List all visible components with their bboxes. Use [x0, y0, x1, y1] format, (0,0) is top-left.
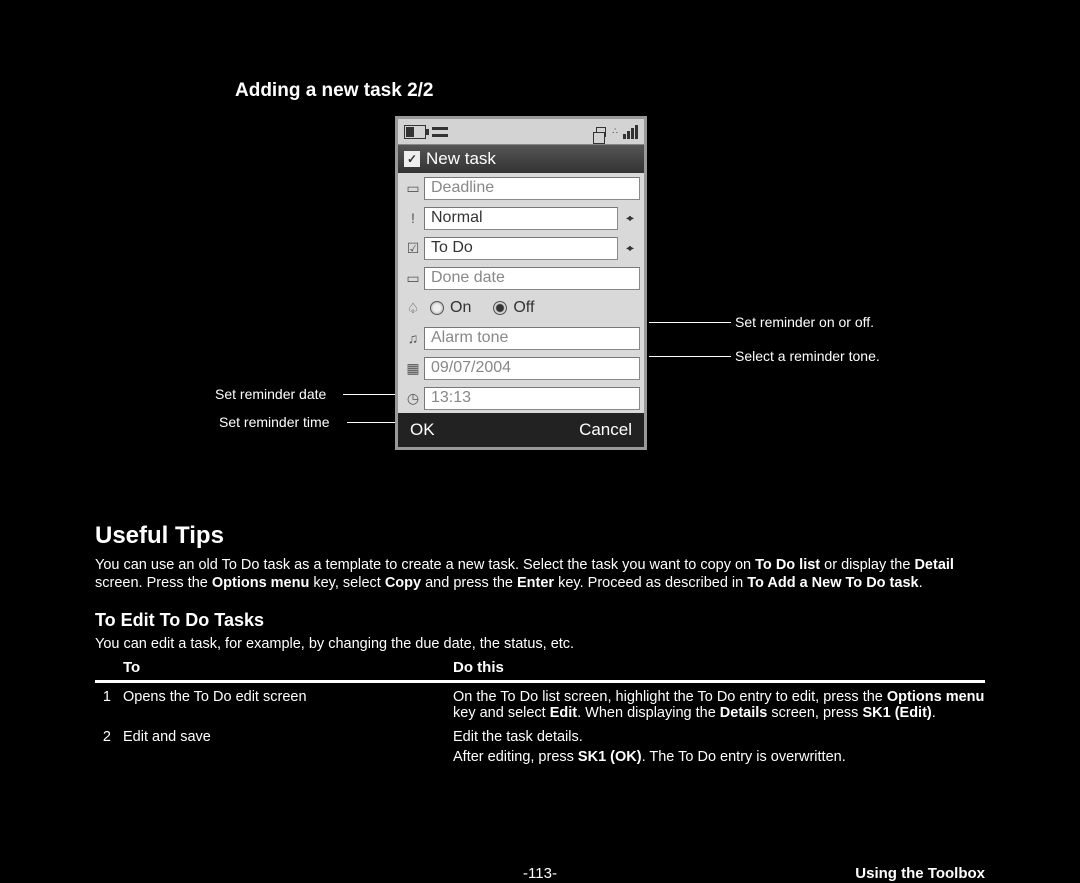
done-icon: ▭	[402, 270, 424, 287]
phone-title: New task	[426, 149, 496, 169]
arrows-icon: ◂▸	[618, 243, 640, 254]
callout-reminder-onoff: Set reminder on or off.	[735, 314, 874, 330]
leader-line	[649, 322, 731, 323]
clock-icon: ◷	[402, 390, 424, 407]
check-icon: ✓	[404, 151, 420, 167]
leader-line	[649, 356, 731, 357]
category-icon: ☑	[402, 240, 424, 257]
phone-screenshot: ∴ ✓ New task ▭ Deadline ! Normal ◂▸ ☑ To…	[395, 116, 647, 450]
phone-softkeys: OK Cancel	[398, 413, 644, 447]
phone-body: ▭ Deadline ! Normal ◂▸ ☑ To Do ◂▸ ▭ Done…	[398, 173, 644, 413]
priority-field: Normal	[424, 207, 618, 230]
col-to-header: To	[123, 659, 453, 676]
table-row: 1 Opens the To Do edit screen On the To …	[95, 683, 985, 723]
callout-reminder-time: Set reminder time	[219, 414, 329, 430]
done-date-field: Done date	[424, 267, 640, 290]
softkey-ok: OK	[410, 420, 435, 440]
on-label: On	[450, 299, 471, 317]
callout-reminder-tone: Select a reminder tone.	[735, 348, 880, 364]
calendar-icon: ▭	[402, 180, 424, 197]
battery-icon	[404, 125, 426, 139]
alarm-tone-field: Alarm tone	[424, 327, 640, 350]
priority-icon: !	[402, 210, 424, 226]
page-number: -113-	[523, 865, 557, 882]
signal-icon	[623, 125, 638, 139]
figure-area: Set reminder date Set reminder time Set …	[95, 116, 985, 496]
reminder-date-field: 09/07/2004	[424, 357, 640, 380]
callout-reminder-date: Set reminder date	[215, 386, 326, 402]
col-do-header: Do this	[453, 659, 985, 676]
phone-statusbar: ∴	[398, 119, 644, 145]
deadline-field: Deadline	[424, 177, 640, 200]
radio-off	[493, 301, 507, 315]
section-title: Adding a new task 2/2	[235, 80, 985, 102]
edit-table: To Do this 1 Opens the To Do edit screen…	[95, 659, 985, 767]
softkey-cancel: Cancel	[579, 420, 632, 440]
edit-heading: To Edit To Do Tasks	[95, 610, 985, 631]
reminder-time-field: 13:13	[424, 387, 640, 410]
radio-on	[430, 301, 444, 315]
network-icon: ∴	[612, 126, 617, 137]
useful-tips-heading: Useful Tips	[95, 522, 985, 550]
music-icon: ♫	[402, 330, 424, 346]
table-header: To Do this	[95, 659, 985, 683]
tips-paragraph: You can use an old To Do task as a templ…	[95, 556, 985, 592]
bell-icon: ♤	[402, 300, 424, 317]
off-label: Off	[513, 299, 534, 317]
edit-intro: You can edit a task, for example, by cha…	[95, 635, 985, 653]
arrows-icon: ◂▸	[618, 213, 640, 224]
footer-section: Using the Toolbox	[855, 865, 985, 882]
date-icon: ▦	[402, 360, 424, 377]
window-icon	[596, 127, 606, 137]
phone-titlebar: ✓ New task	[398, 145, 644, 173]
table-row: 2 Edit and save Edit the task details. A…	[95, 723, 985, 767]
category-field: To Do	[424, 237, 618, 260]
menu-icon	[432, 127, 448, 137]
